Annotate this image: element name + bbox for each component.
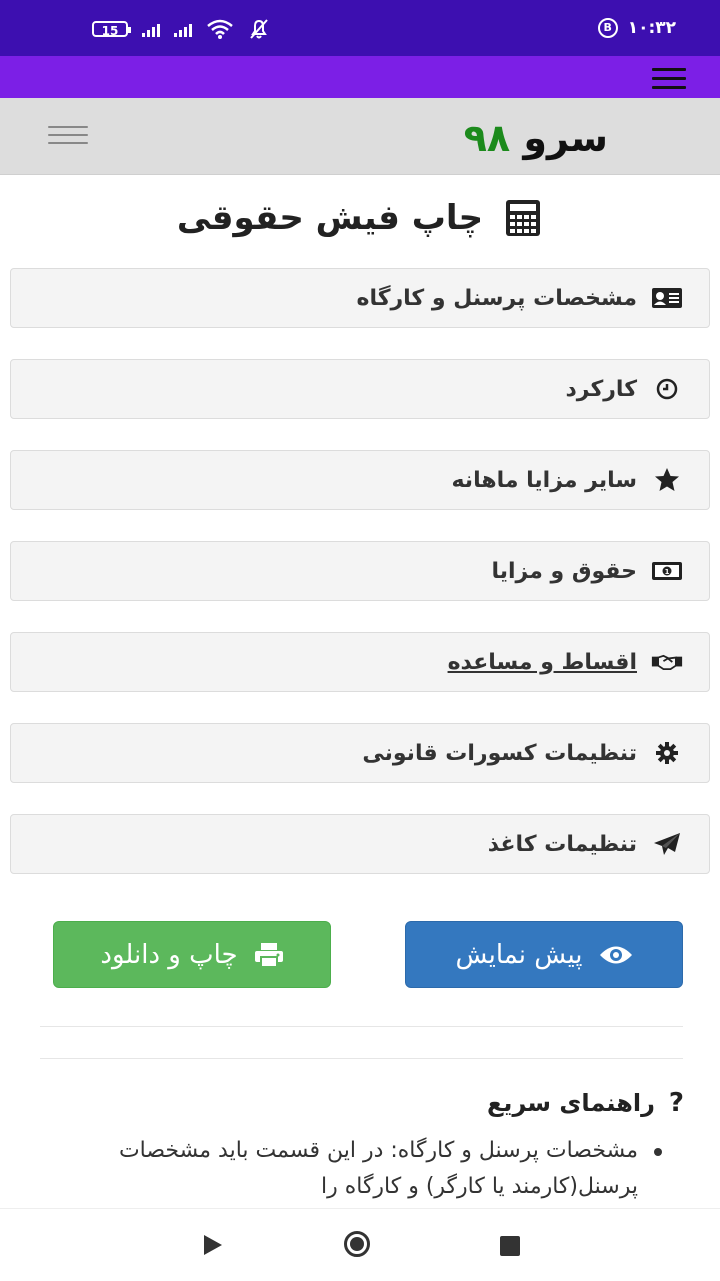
gear-icon xyxy=(651,741,683,765)
print-button-label: چاپ و دانلود xyxy=(100,939,238,970)
site-logo[interactable]: سرو ۹۸ xyxy=(464,116,608,160)
status-icons: 15 xyxy=(92,18,270,40)
clock-icon xyxy=(651,377,683,401)
preview-button[interactable]: پیش نمایش xyxy=(405,921,683,988)
svg-text:1: 1 xyxy=(665,568,670,576)
section-label: تنظیمات کاغذ xyxy=(487,831,637,857)
logo-word: سرو xyxy=(523,116,608,160)
navbar-toggle-icon[interactable] xyxy=(48,126,88,144)
site-header: سرو ۹۸ xyxy=(0,98,720,175)
section-label[interactable]: اقساط و مساعده xyxy=(448,650,637,675)
clock-time: ۱۰:۳۲ xyxy=(627,18,676,38)
home-icon[interactable] xyxy=(344,1231,370,1257)
section-label: سایر مزایا ماهانه xyxy=(451,467,637,493)
paper-plane-icon xyxy=(651,832,683,856)
handshake-icon xyxy=(651,650,683,674)
help-title: ? راهنمای سریع xyxy=(487,1088,684,1118)
signal-icon xyxy=(142,21,160,37)
divider xyxy=(40,1026,683,1027)
page-title: چاپ فیش حقوقی xyxy=(0,188,720,248)
section-label: مشخصات پرسنل و کارگاه xyxy=(356,285,637,311)
system-nav-bar xyxy=(0,1208,720,1281)
question-icon: ? xyxy=(668,1088,684,1118)
print-download-button[interactable]: چاپ و دانلود xyxy=(53,921,331,988)
section-personnel[interactable]: مشخصات پرسنل و کارگاه xyxy=(10,268,710,328)
section-paper[interactable]: تنظیمات کاغذ xyxy=(10,814,710,874)
help-title-text: راهنمای سریع xyxy=(487,1089,655,1117)
star-icon xyxy=(651,468,683,492)
eye-icon xyxy=(599,946,632,963)
section-deductions[interactable]: تنظیمات کسورات قانونی xyxy=(10,723,710,783)
page-title-text: چاپ فیش حقوقی xyxy=(176,198,484,238)
money-icon: 1 xyxy=(651,559,683,583)
help-text: مشخصات پرسنل و کارگاه: در این قسمت باید … xyxy=(68,1133,662,1205)
section-label: حقوق و مزایا xyxy=(491,558,637,584)
preview-button-label: پیش نمایش xyxy=(455,939,583,970)
calculator-icon xyxy=(506,200,541,236)
section-work[interactable]: کارکرد xyxy=(10,359,710,419)
section-salary[interactable]: 1 حقوق و مزایا xyxy=(10,541,710,601)
mute-bell-icon xyxy=(250,19,268,39)
divider xyxy=(40,1058,683,1059)
b-badge-icon: B xyxy=(597,18,618,38)
section-installments[interactable]: اقساط و مساعده xyxy=(10,632,710,692)
menu-icon[interactable] xyxy=(652,68,686,89)
wifi-icon xyxy=(207,19,233,39)
back-icon[interactable] xyxy=(204,1235,222,1255)
signal-icon-2 xyxy=(174,21,192,37)
battery-icon: 15 xyxy=(92,21,131,38)
logo-number: ۹۸ xyxy=(463,116,511,160)
printer-icon xyxy=(254,942,283,968)
app-bar xyxy=(0,56,720,98)
section-label: تنظیمات کسورات قانونی xyxy=(362,740,637,766)
id-card-icon xyxy=(651,286,683,310)
status-bar: 15 B ۱۰:۳۲ xyxy=(0,0,720,56)
recent-apps-icon[interactable] xyxy=(500,1236,520,1256)
section-label: کارکرد xyxy=(565,376,638,402)
status-right: B ۱۰:۳۲ xyxy=(597,18,676,38)
section-other-benefits[interactable]: سایر مزایا ماهانه xyxy=(10,450,710,510)
